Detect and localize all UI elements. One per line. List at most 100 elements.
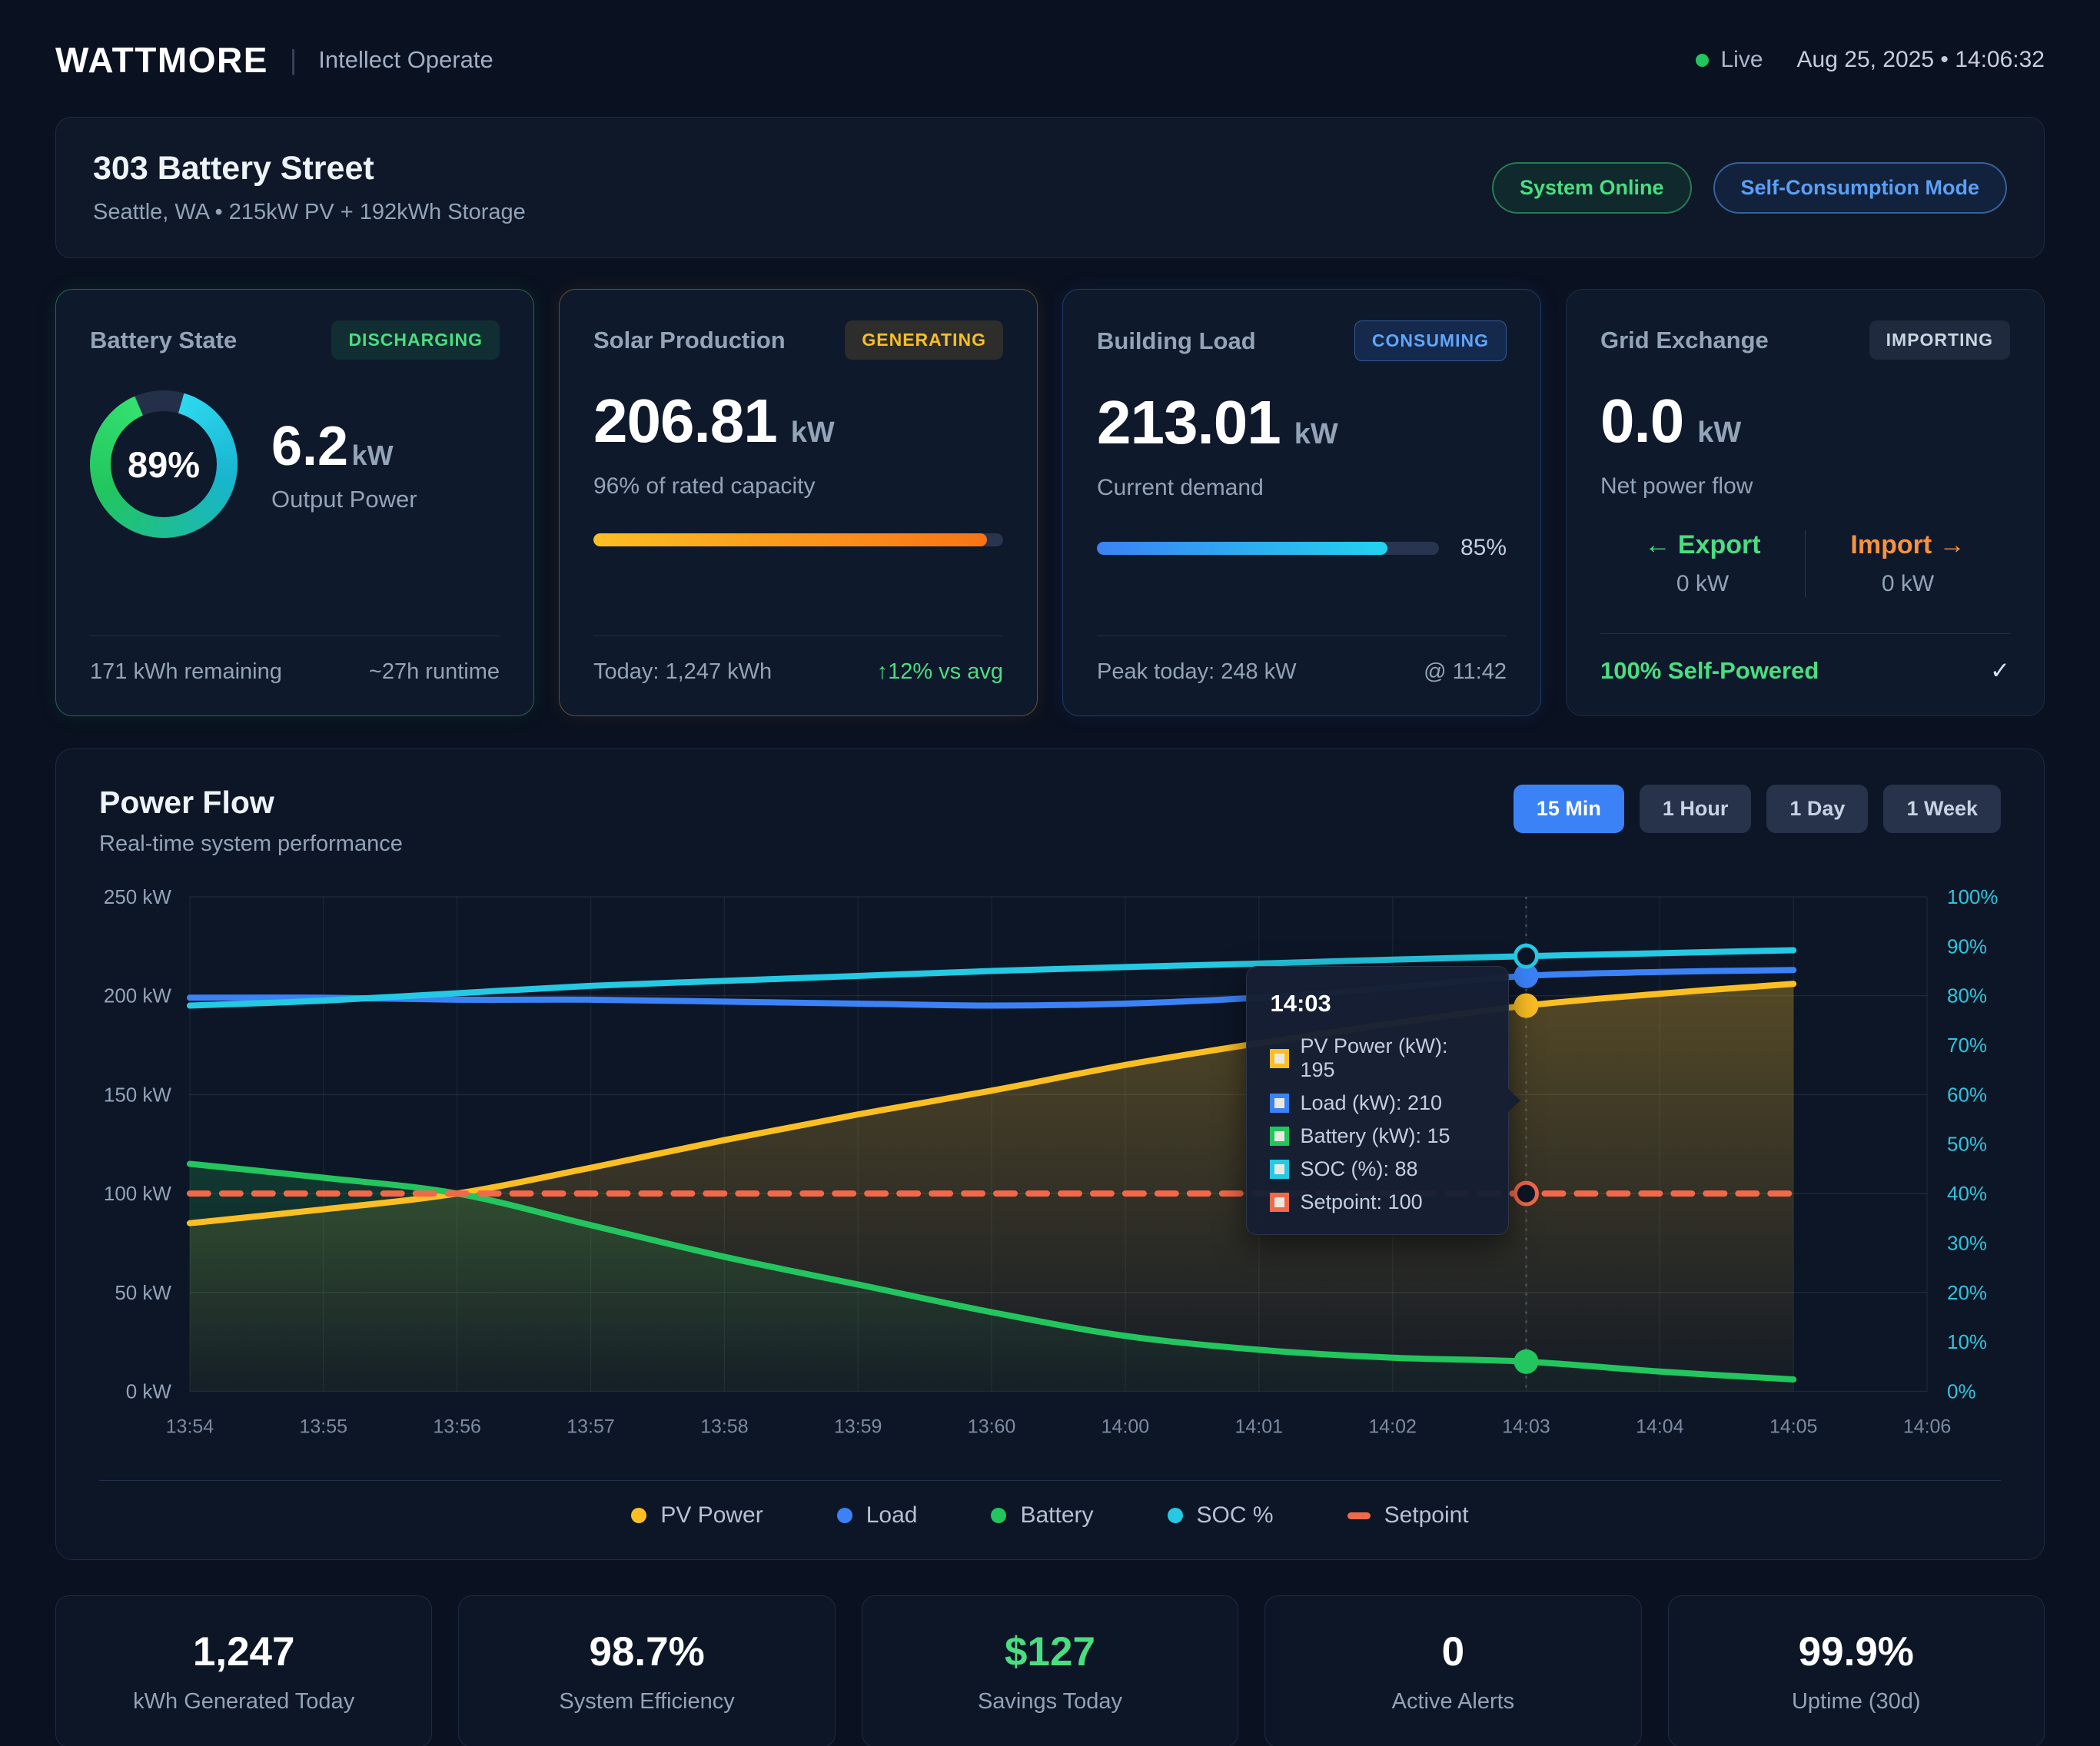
legend-dot-icon [1168, 1508, 1183, 1523]
solar-vs-avg: ↑12% vs avg [877, 659, 1003, 685]
svg-text:13:58: 13:58 [700, 1416, 748, 1437]
tooltip-swatch-icon [1270, 1193, 1289, 1212]
svg-text:14:04: 14:04 [1636, 1416, 1684, 1437]
stat-value: $127 [878, 1628, 1222, 1675]
tooltip-swatch-icon [1270, 1127, 1289, 1146]
svg-text:13:55: 13:55 [300, 1416, 347, 1437]
site-bar: 303 Battery Street Seattle, WA • 215kW P… [55, 117, 2045, 258]
grid-import-value: 0 kW [1806, 571, 2010, 597]
live-block: Live Aug 25, 2025 • 14:06:32 [1696, 47, 2045, 73]
chart-canvas[interactable]: 0 kW50 kW100 kW150 kW200 kW250 kW13:5413… [99, 883, 2001, 1457]
stat-value: 1,247 [71, 1628, 416, 1675]
chart-tooltip: 14:03 PV Power (kW): 195Load (kW): 210Ba… [1246, 966, 1509, 1235]
stat-label: Active Alerts [1281, 1689, 1625, 1714]
power-flow-title: Power Flow [99, 785, 403, 821]
power-flow-card: Power Flow Real-time system performance … [55, 749, 2045, 1560]
load-value: 213.01 [1097, 387, 1281, 458]
solar-capacity-label: 96% of rated capacity [593, 473, 1003, 500]
grid-status-badge: IMPORTING [1869, 320, 2010, 360]
top-bar: WATTMORE | Intellect Operate Live Aug 25… [55, 23, 2045, 97]
legend-item-battery[interactable]: Battery [991, 1502, 1093, 1529]
live-label: Live [1721, 47, 1763, 73]
svg-text:60%: 60% [1947, 1083, 1987, 1106]
svg-text:90%: 90% [1947, 934, 1987, 958]
datetime: Aug 25, 2025 • 14:06:32 [1797, 47, 2045, 73]
svg-text:200 kW: 200 kW [104, 984, 172, 1007]
svg-text:100 kW: 100 kW [104, 1182, 172, 1205]
stat-card-active-alerts: 0Active Alerts [1264, 1595, 1641, 1746]
legend-dot-icon [991, 1508, 1006, 1523]
stat-value: 98.7% [474, 1628, 819, 1675]
power-flow-subtitle: Real-time system performance [99, 832, 403, 857]
range-button-1-hour[interactable]: 1 Hour [1640, 785, 1752, 833]
grid-self-powered-label: 100% Self-Powered [1600, 657, 1819, 685]
svg-text:20%: 20% [1947, 1281, 1987, 1304]
grid-export-label: ← Export [1600, 530, 1805, 560]
brand-separator: | [290, 44, 297, 76]
svg-text:10%: 10% [1947, 1330, 1987, 1353]
battery-output-label: Output Power [271, 486, 417, 513]
time-range-group: 15 Min 1 Hour 1 Day 1 Week [1514, 785, 2001, 833]
legend-item-setpoint[interactable]: Setpoint [1347, 1502, 1469, 1529]
grid-value: 0.0 [1600, 386, 1683, 456]
summary-stats-row: 1,247 kWh Generated Today 98.7% System Effi… [55, 1595, 2045, 1746]
svg-text:80%: 80% [1947, 984, 1987, 1007]
load-card-title: Building Load [1097, 327, 1256, 355]
power-flow-chart: 0 kW50 kW100 kW150 kW200 kW250 kW13:5413… [99, 883, 2001, 1457]
svg-text:0%: 0% [1947, 1379, 1976, 1402]
legend-item-soc-[interactable]: SOC % [1168, 1502, 1274, 1529]
svg-text:50 kW: 50 kW [115, 1281, 171, 1304]
stat-label: System Efficiency [474, 1689, 819, 1714]
load-progress-percent: 85% [1460, 535, 1507, 561]
range-button-1-week[interactable]: 1 Week [1883, 785, 2001, 833]
grid-import-label: Import → [1806, 530, 2010, 560]
legend-dot-icon [631, 1508, 646, 1523]
system-online-badge[interactable]: System Online [1492, 162, 1692, 214]
stat-value: 99.9% [1684, 1628, 2029, 1675]
legend-item-load[interactable]: Load [837, 1502, 918, 1529]
svg-text:13:59: 13:59 [834, 1416, 882, 1437]
battery-status-badge: DISCHARGING [331, 320, 500, 360]
svg-text:40%: 40% [1947, 1182, 1987, 1205]
svg-text:14:06: 14:06 [1903, 1416, 1951, 1437]
load-peak-time: @ 11:42 [1424, 659, 1507, 685]
chart-legend: PV Power Load Battery SOC % Setpoint [99, 1502, 2001, 1529]
range-button-1-day[interactable]: 1 Day [1766, 785, 1868, 833]
load-progress-track [1097, 542, 1439, 555]
live-status: Live [1696, 47, 1763, 73]
svg-text:100%: 100% [1947, 885, 1998, 908]
svg-text:14:00: 14:00 [1102, 1416, 1149, 1437]
load-progress-fill [1097, 542, 1387, 555]
stat-label: kWh Generated Today [71, 1689, 416, 1714]
stat-label: Uptime (30d) [1684, 1689, 2029, 1714]
solar-unit: kW [791, 417, 835, 450]
svg-text:50%: 50% [1947, 1133, 1987, 1156]
mode-badge[interactable]: Self-Consumption Mode [1713, 162, 2007, 214]
solar-today: Today: 1,247 kWh [593, 659, 772, 685]
solar-value: 206.81 [593, 386, 777, 456]
battery-state-card: Battery State DISCHARGING 89% 6.2 kW Out… [55, 289, 534, 716]
battery-remaining: 171 kWh remaining [90, 659, 282, 685]
legend-item-pv-power[interactable]: PV Power [631, 1502, 763, 1529]
brand-block: WATTMORE | Intellect Operate [55, 39, 493, 81]
stat-card-savings-today: $127Savings Today [862, 1595, 1238, 1746]
solar-card-title: Solar Production [593, 327, 786, 354]
product-name: Intellect Operate [318, 46, 493, 74]
battery-output-block: 6.2 kW Output Power [271, 415, 417, 513]
grid-export-value: 0 kW [1600, 571, 1805, 597]
tooltip-time: 14:03 [1270, 990, 1485, 1017]
solar-progress-fill [593, 533, 987, 546]
load-peak: Peak today: 248 kW [1097, 659, 1297, 685]
stat-card-kwh-generated-today: 1,247 kWh Generated Today [55, 1595, 432, 1746]
range-button-15-min[interactable]: 15 Min [1514, 785, 1624, 833]
brand-logo: WATTMORE [55, 39, 268, 81]
svg-text:14:03: 14:03 [1502, 1416, 1550, 1437]
site-name: 303 Battery Street [93, 150, 526, 188]
check-icon: ✓ [1990, 657, 2010, 685]
battery-output-unit: kW [352, 440, 394, 471]
legend-dot-icon [837, 1508, 852, 1523]
live-dot-icon [1696, 54, 1709, 67]
grid-netflow-label: Net power flow [1600, 473, 2010, 500]
battery-soc-ring: 89% [90, 390, 238, 538]
svg-text:14:05: 14:05 [1769, 1416, 1817, 1437]
